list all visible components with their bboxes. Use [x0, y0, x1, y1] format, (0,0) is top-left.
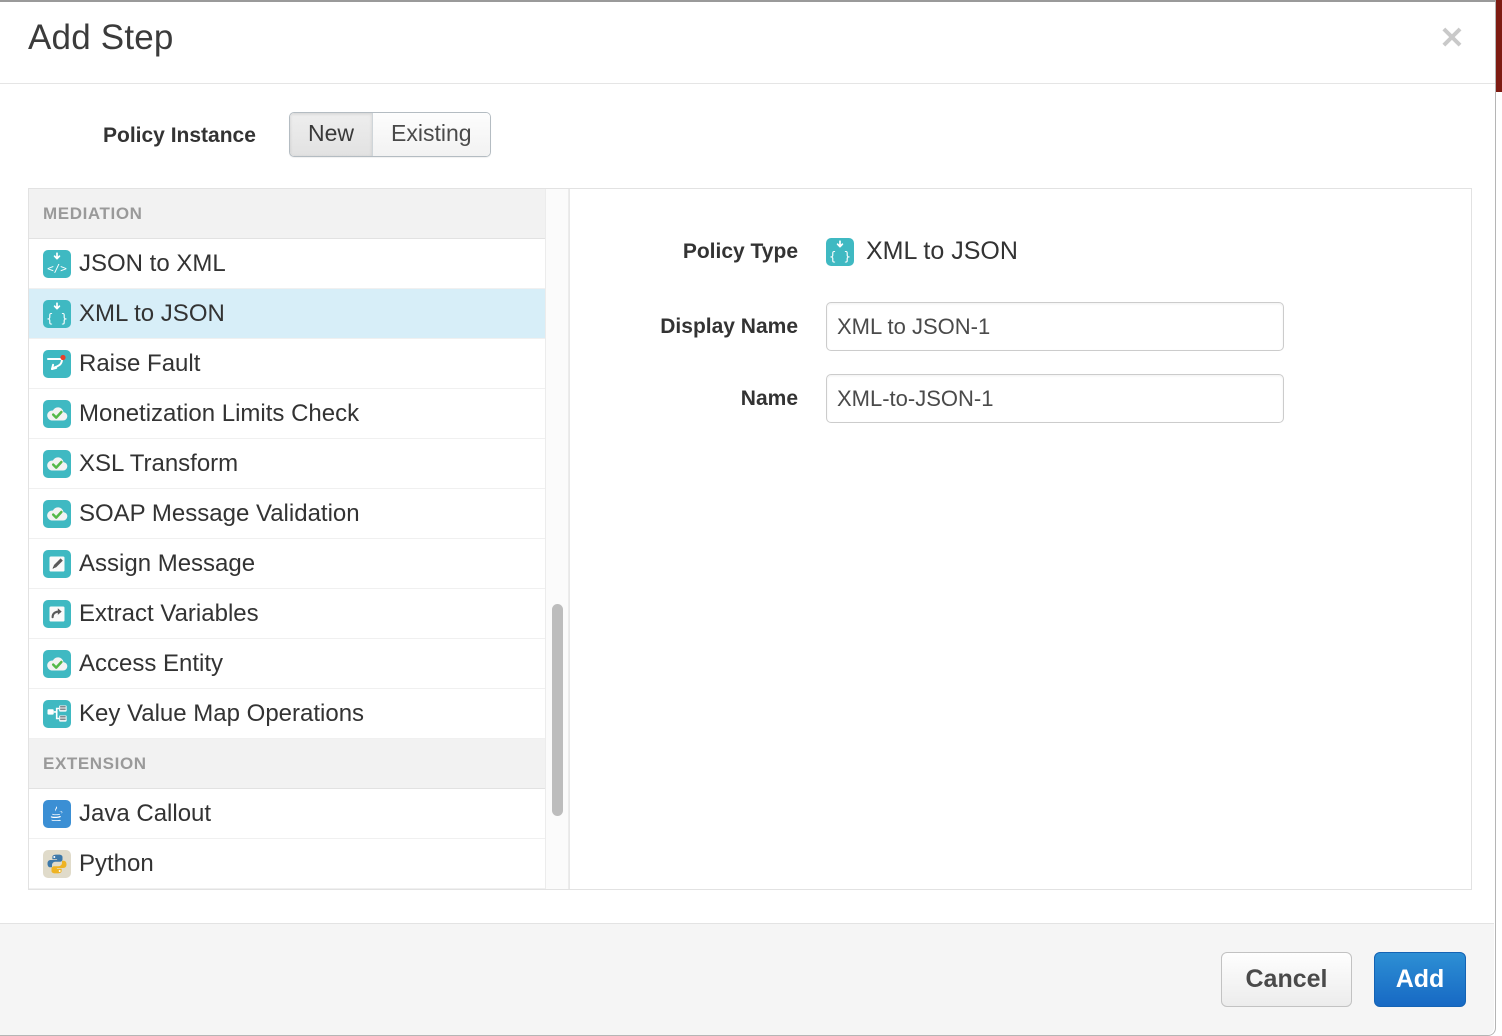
policy-type-value: { } XML to JSON — [826, 237, 1018, 266]
policy-list-item-label: Raise Fault — [79, 350, 200, 378]
close-icon[interactable]: ✕ — [1435, 22, 1469, 56]
dialog-body: MEDIATION </> JSON to XML { } XML to JSON Rai… — [28, 188, 1472, 890]
policy-list-item[interactable]: { } XML to JSON — [29, 289, 545, 339]
policy-list-item[interactable]: Python — [29, 839, 545, 889]
policy-list-item-label: SOAP Message Validation — [79, 500, 360, 528]
policy-list-item[interactable]: SOAP Message Validation — [29, 489, 545, 539]
display-name-row: Display Name — [608, 302, 1284, 351]
policy-list-item-label: JSON to XML — [79, 250, 226, 278]
policy-list-item-label: XML to JSON — [79, 300, 225, 328]
scrollbar-thumb[interactable] — [552, 604, 563, 816]
policy-group-header: EXTENSION — [29, 739, 545, 789]
policy-list-item-label: Java Callout — [79, 800, 211, 828]
policy-type-row: Policy Type { } XML to JSON — [608, 237, 1018, 266]
name-label: Name — [608, 387, 798, 411]
policy-list-item[interactable]: </> JSON to XML — [29, 239, 545, 289]
policy-list-item[interactable]: Monetization Limits Check — [29, 389, 545, 439]
braces-arrow-icon: { } — [43, 300, 71, 328]
policy-instance-toggle[interactable]: New Existing — [289, 112, 491, 157]
policy-list-item[interactable]: Java Callout — [29, 789, 545, 839]
policy-list-item[interactable]: Extract Variables — [29, 589, 545, 639]
code-arrow-icon: </> — [43, 250, 71, 278]
policy-list-item-label: Access Entity — [79, 650, 223, 678]
add-button[interactable]: Add — [1374, 952, 1466, 1007]
arrow-out-square-icon — [43, 600, 71, 628]
policy-group-header: MEDIATION — [29, 189, 545, 239]
policy-list-item-label: Key Value Map Operations — [79, 700, 364, 728]
policy-list-item[interactable]: Raise Fault — [29, 339, 545, 389]
name-input[interactable] — [826, 374, 1284, 423]
policy-list-item[interactable]: Assign Message — [29, 539, 545, 589]
policy-list-item-label: Python — [79, 850, 154, 878]
policy-list-item-label: Monetization Limits Check — [79, 400, 359, 428]
policy-instance-existing-button[interactable]: Existing — [372, 113, 490, 156]
policy-type-label: Policy Type — [608, 240, 798, 264]
policy-list-item-label: XSL Transform — [79, 450, 238, 478]
python-icon — [43, 850, 71, 878]
pencil-square-icon — [43, 550, 71, 578]
policy-list-item[interactable]: Access Entity — [29, 639, 545, 689]
add-step-dialog: Add Step ✕ Policy Instance New Existing … — [0, 0, 1496, 1036]
policy-list-item[interactable]: Key Value Map Operations — [29, 689, 545, 739]
policy-list-item-label: Assign Message — [79, 550, 255, 578]
svg-text:</>: </> — [47, 262, 67, 275]
java-icon — [43, 800, 71, 828]
policy-instance-row: Policy Instance New Existing — [0, 84, 1495, 188]
page-title: Add Step — [28, 18, 174, 58]
display-name-label: Display Name — [608, 315, 798, 339]
cancel-button[interactable]: Cancel — [1221, 952, 1352, 1007]
key-value-map-icon — [43, 700, 71, 728]
dialog-footer: Cancel Add — [0, 923, 1494, 1035]
policy-instance-label: Policy Instance — [103, 124, 256, 148]
braces-arrow-icon: { } — [826, 238, 854, 266]
cloud-check-icon — [43, 650, 71, 678]
policy-list-scrollbar[interactable] — [545, 189, 569, 889]
dialog-header: Add Step ✕ — [0, 2, 1495, 84]
policy-list-item[interactable]: XSL Transform — [29, 439, 545, 489]
policy-list-item-label: Extract Variables — [79, 600, 259, 628]
raise-fault-icon — [43, 350, 71, 378]
policy-type-text: XML to JSON — [866, 237, 1018, 266]
svg-text:{ }: { } — [46, 311, 68, 325]
cloud-check-icon — [43, 500, 71, 528]
cloud-check-icon — [43, 450, 71, 478]
policy-instance-new-button[interactable]: New — [290, 113, 372, 156]
cloud-check-icon — [43, 400, 71, 428]
background-page-strip-lower — [1496, 92, 1502, 1036]
policy-list: MEDIATION </> JSON to XML { } XML to JSON Rai… — [29, 189, 545, 889]
background-page-strip — [1496, 0, 1502, 92]
display-name-input[interactable] — [826, 302, 1284, 351]
name-row: Name — [608, 374, 1284, 423]
policy-detail-panel: Policy Type { } XML to JSON Display Name… — [569, 189, 1471, 889]
svg-text:{ }: { } — [829, 249, 851, 263]
